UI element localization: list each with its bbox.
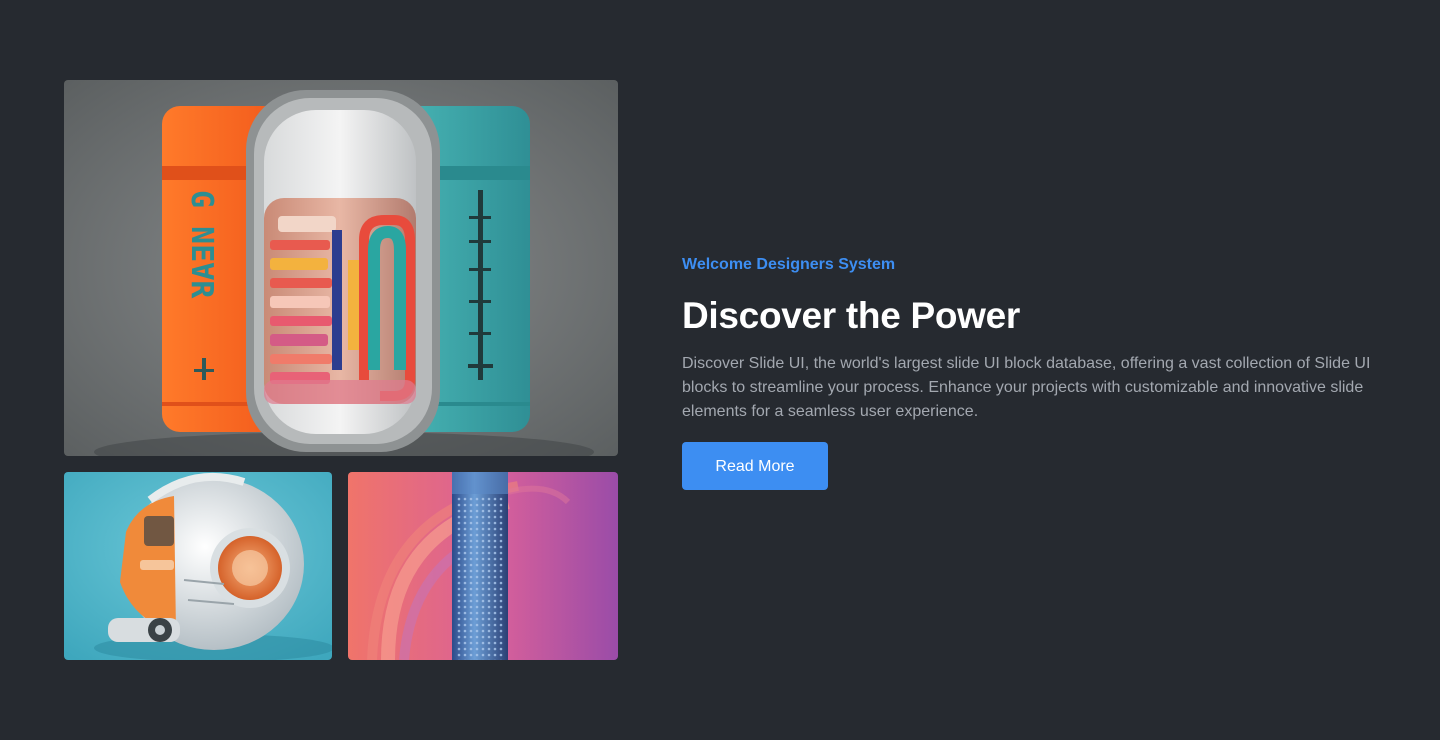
- speaker-image: [348, 472, 618, 660]
- robot-image: [64, 472, 332, 660]
- capsule-devices-image: G NE∀R: [64, 80, 618, 456]
- hero-content: Welcome Designers System Discover the Po…: [682, 254, 1372, 490]
- read-more-button[interactable]: Read More: [682, 442, 828, 490]
- image-gallery: G NE∀R: [64, 80, 618, 660]
- page-title: Discover the Power: [682, 295, 1021, 336]
- eyebrow-text: Welcome Designers System: [682, 256, 896, 273]
- hero-description: Discover Slide UI, the world's largest s…: [682, 355, 1371, 420]
- orange-box-print: G NE∀R: [184, 190, 219, 299]
